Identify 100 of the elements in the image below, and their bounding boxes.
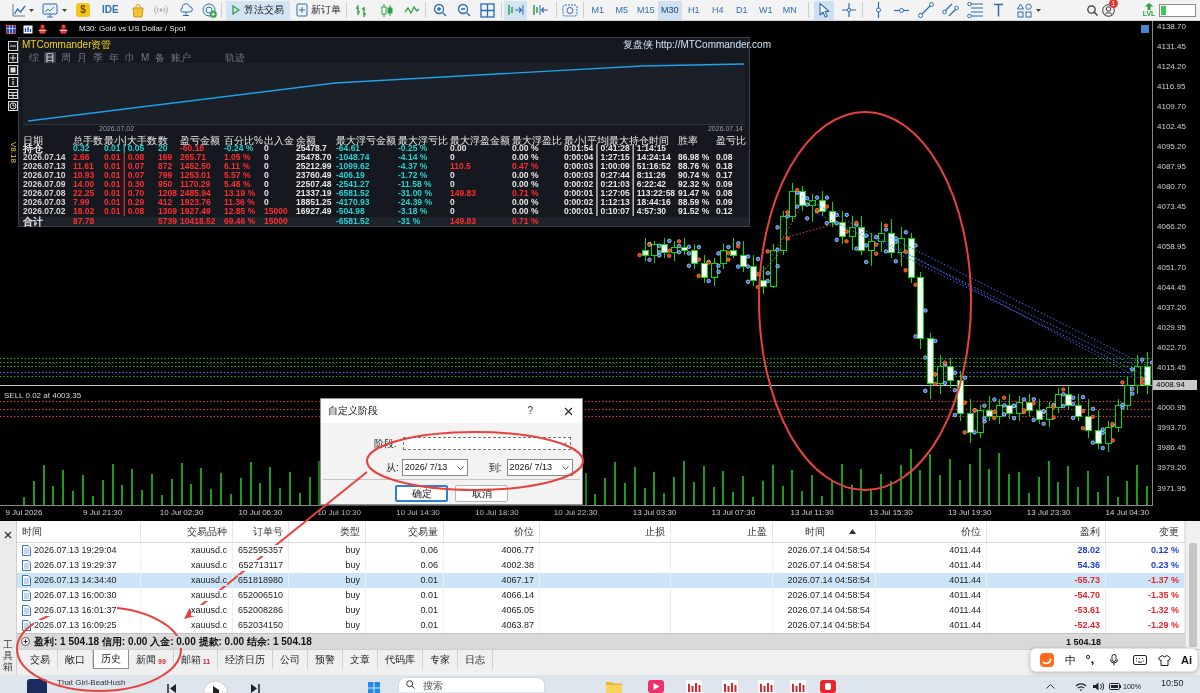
toolbox-tab[interactable]: 专家	[423, 650, 459, 669]
timeframe-button[interactable]: D1	[729, 0, 754, 20]
clock-icon[interactable]	[8, 101, 18, 111]
trading-app-icon[interactable]	[722, 680, 738, 693]
previous-icon[interactable]	[167, 684, 177, 693]
panel-tab[interactable]: 年	[108, 52, 120, 63]
ai-button[interactable]: Ai	[1181, 653, 1192, 667]
microphone-icon[interactable]	[1110, 654, 1118, 666]
person-icon[interactable]	[59, 24, 68, 34]
table-icon[interactable]	[6, 24, 16, 34]
zoom-in-icon[interactable]	[432, 3, 447, 17]
toolbox-tab[interactable]: 公司	[273, 650, 309, 669]
search-icon[interactable]	[1086, 4, 1098, 16]
caret-icon[interactable]	[29, 8, 34, 12]
column-header[interactable]: 交易品种	[141, 521, 233, 542]
speaker-icon[interactable]	[1093, 682, 1104, 691]
timeframe-button[interactable]: M1	[585, 0, 610, 20]
toolbox-tab[interactable]: 历史	[93, 650, 129, 669]
chevron-up-icon[interactable]	[1046, 684, 1055, 689]
bar-chart-icon[interactable]	[23, 24, 33, 34]
punctuation-icon[interactable]	[1086, 655, 1095, 665]
column-header[interactable]: 盈利	[987, 521, 1106, 542]
caret-icon[interactable]	[62, 8, 67, 12]
panel-tab[interactable]: 月	[76, 52, 88, 63]
keyboard-icon[interactable]	[1133, 655, 1147, 665]
close-icon[interactable]	[4, 531, 12, 539]
input-method-logo-icon[interactable]	[1040, 653, 1054, 667]
market-button[interactable]: $	[76, 3, 90, 17]
search-field[interactable]: 搜索	[398, 677, 545, 692]
table-row[interactable]: 2026.07.13 14:34:40 xauusd.c 651818980 buy 0.01 4067.17 2026.07.14 04:58:54 4011.44 -55.73 -1.37 %	[17, 573, 1185, 588]
column-header[interactable]: 止盈	[671, 521, 773, 542]
column-header[interactable]: 订单号	[233, 521, 289, 542]
website-link[interactable]: 复盘侠 http://MTCommander.com	[622, 39, 771, 51]
camera-icon[interactable]	[561, 2, 578, 18]
help-button[interactable]: ?	[524, 405, 536, 417]
panel-tab[interactable]: 轨迹	[224, 52, 247, 63]
panel-tab[interactable]: M	[140, 52, 151, 63]
column-header[interactable]: 价位	[444, 521, 540, 542]
algo-trading-button[interactable]: 算法交易	[225, 0, 290, 20]
new-order-button[interactable]: 新订单	[293, 0, 343, 20]
tool-button[interactable]	[813, 0, 834, 20]
timeframe-button[interactable]: M30	[657, 0, 682, 20]
panel-tab[interactable]: 季	[92, 52, 104, 63]
trading-app-icon[interactable]	[790, 680, 806, 693]
battery-icon[interactable]	[1109, 683, 1121, 690]
panel-tab[interactable]: 备	[154, 52, 167, 63]
up-arrow-icon[interactable]	[1144, 2, 1154, 10]
toolbox-tab[interactable]: 日志	[458, 650, 494, 669]
toolbox-tab[interactable]: 预警	[308, 650, 344, 669]
column-header[interactable]: 交易量	[366, 521, 444, 542]
cloud-icon[interactable]	[178, 3, 193, 17]
timeframe-button[interactable]: W1	[753, 0, 778, 20]
panel-tab[interactable]: 巾	[124, 52, 136, 63]
toggle-button[interactable]	[503, 0, 527, 20]
column-header[interactable]: 时间	[773, 521, 876, 542]
caret-icon[interactable]	[1035, 8, 1041, 12]
panel-tab[interactable]: 日	[44, 52, 56, 63]
timeframe-button[interactable]: H4	[705, 0, 730, 20]
play-button-icon[interactable]	[203, 680, 228, 693]
wifi-icon[interactable]	[1075, 682, 1087, 691]
zoom-out-icon[interactable]	[456, 3, 471, 17]
crosshair-icon[interactable]	[8, 53, 18, 63]
timeframe-button[interactable]: H1	[681, 0, 706, 20]
clock[interactable]: 10:50	[1160, 678, 1184, 688]
window-icon[interactable]	[8, 41, 18, 51]
column-header[interactable]: 时间	[17, 521, 141, 542]
panel-tab[interactable]: 周	[60, 52, 72, 63]
timeframe-button[interactable]: M5	[609, 0, 634, 20]
square-icon[interactable]	[8, 65, 18, 75]
grid-icon[interactable]	[479, 2, 495, 18]
close-icon[interactable]	[564, 406, 573, 416]
media-app-icon[interactable]	[648, 680, 664, 693]
column-header[interactable]: 止损	[540, 521, 671, 542]
scrollbar[interactable]	[1185, 521, 1200, 649]
input-mode-toggle[interactable]: 中	[1065, 653, 1076, 667]
period-select[interactable]	[402, 437, 571, 450]
toolbox-tab[interactable]: 代码库	[378, 650, 424, 669]
column-header[interactable]: 价位	[876, 521, 987, 542]
date-field[interactable]: 2026/ 7/13	[401, 459, 468, 476]
timeframe-button[interactable]: M15	[633, 0, 658, 20]
expand-icon[interactable]	[21, 637, 30, 646]
next-icon[interactable]	[250, 684, 260, 693]
column-header[interactable]: 类型	[289, 521, 366, 542]
timeframe-button[interactable]: MN	[777, 0, 802, 20]
panel-tab[interactable]: 综	[28, 52, 40, 63]
trading-app-icon[interactable]	[758, 680, 774, 693]
target-plus-icon[interactable]	[201, 2, 217, 18]
ide-button[interactable]: IDE	[102, 4, 119, 16]
info-icon[interactable]	[8, 77, 18, 87]
candlestick-icon[interactable]	[379, 2, 394, 18]
date-field[interactable]: 2026/ 7/13	[506, 459, 573, 476]
account-icon[interactable]	[1101, 3, 1115, 17]
shirt-icon[interactable]	[1158, 654, 1171, 666]
app-icon[interactable]	[820, 680, 836, 693]
dialog-button[interactable]: 确定	[395, 485, 448, 502]
person-icon[interactable]	[38, 24, 47, 34]
panel-tab[interactable]: 账户	[170, 52, 193, 63]
trading-app-icon[interactable]	[686, 680, 702, 693]
toolbox-tab[interactable]: 经济日历	[218, 650, 274, 669]
line-chart-icon[interactable]	[12, 3, 26, 17]
